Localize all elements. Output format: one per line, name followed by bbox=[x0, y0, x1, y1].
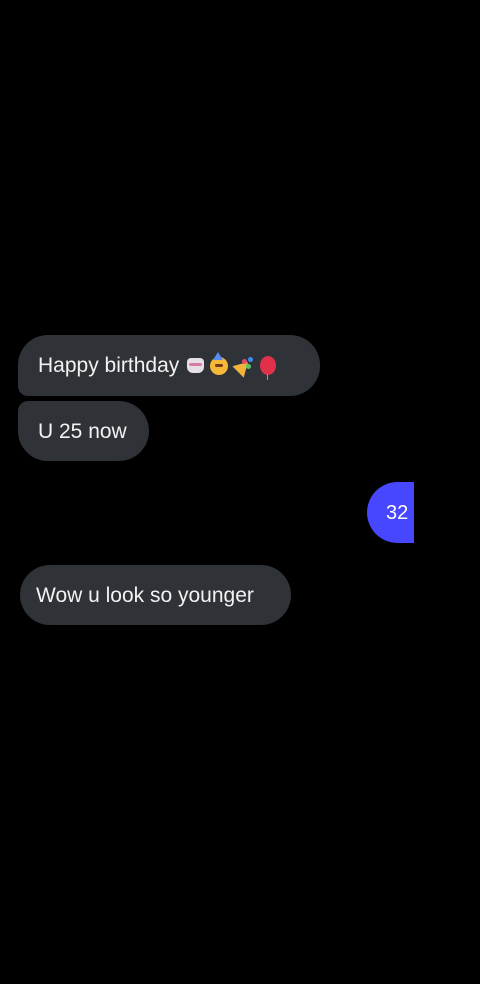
balloon-icon bbox=[260, 356, 277, 380]
emoji-group bbox=[187, 351, 277, 380]
chat-thread: Happy birthday U 25 now 32 Wow u look so… bbox=[0, 0, 480, 984]
message-text: Happy birthday bbox=[38, 354, 180, 377]
party-face-icon bbox=[210, 351, 229, 375]
party-popper-icon bbox=[234, 356, 254, 376]
cake-icon bbox=[187, 358, 205, 373]
message-bubble-incoming[interactable]: U 25 now bbox=[18, 401, 149, 461]
message-bubble-incoming[interactable]: Happy birthday bbox=[18, 335, 320, 396]
message-text: 32 bbox=[386, 501, 409, 524]
message-text: U 25 now bbox=[38, 419, 127, 443]
message-bubble-outgoing[interactable]: 32 bbox=[367, 482, 414, 543]
message-text: Wow u look so younger bbox=[36, 583, 254, 607]
message-bubble-incoming[interactable]: Wow u look so younger bbox=[20, 565, 291, 625]
